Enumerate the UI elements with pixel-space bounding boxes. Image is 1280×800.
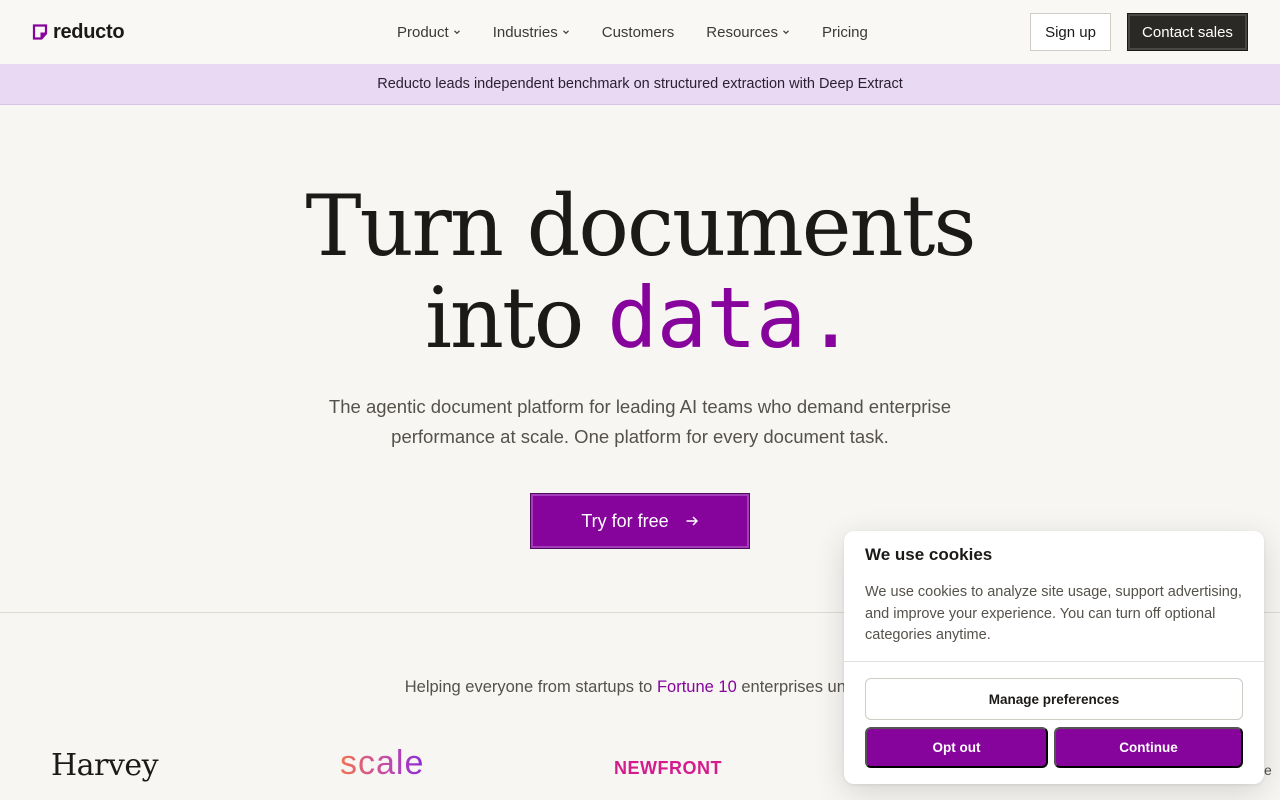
cookie-description: We use cookies to analyze site usage, su… [865, 584, 1242, 643]
customers-lead-highlight: Fortune 10 [656, 678, 737, 696]
nav-item-label: Resources [706, 23, 778, 41]
try-for-free-button[interactable]: Try for free [530, 493, 750, 549]
cookie-consent-dialog: We use cookies We use cookies to analyze… [844, 531, 1264, 784]
scale-logo: scale [340, 744, 425, 782]
nav-item-industries[interactable]: Industries [493, 24, 570, 41]
sign-up-button[interactable]: Sign up [1030, 13, 1111, 51]
nav-item-product[interactable]: Product [397, 24, 461, 41]
nav-item-label: Pricing [821, 23, 868, 41]
cookie-title: We use cookies [865, 545, 993, 564]
customers-lead-before: Helping everyone from startups to [404, 678, 657, 696]
main-menu: Product Industries Customers Resources P… [397, 20, 900, 44]
contact-sales-button[interactable]: Contact sales [1127, 13, 1248, 51]
nav-item-resources[interactable]: Resources [706, 24, 790, 41]
cookie-divider [844, 661, 1264, 662]
nav-item-label: Product [397, 23, 449, 41]
nav-item-label: Customers [601, 23, 675, 41]
hero-headline: Turn documents into data. [0, 180, 1280, 364]
nav-item-pricing[interactable]: Pricing [822, 24, 868, 41]
partial-logo: e [1264, 762, 1272, 778]
hero-headline-accent: data. [607, 269, 856, 367]
continue-button[interactable]: Continue [1054, 727, 1243, 768]
reducto-logo[interactable]: reducto [32, 20, 125, 44]
hero-headline-line1: Turn documents [305, 177, 977, 275]
chevron-down-icon [562, 30, 569, 35]
harvey-logo: Harvey [51, 748, 159, 783]
logo-text: reducto [53, 21, 125, 43]
chevron-down-icon [783, 30, 789, 35]
opt-out-button[interactable]: Opt out [865, 727, 1048, 768]
top-nav: reducto Product Industries Customers Res… [0, 0, 1280, 64]
chevron-down-icon [453, 30, 460, 35]
arrow-right-icon [686, 516, 698, 526]
nav-item-customers[interactable]: Customers [602, 24, 675, 41]
hero-headline-line2: into [425, 269, 608, 367]
nav-item-label: Industries [492, 23, 558, 41]
announcement-banner[interactable]: Reducto leads independent benchmark on s… [0, 64, 1280, 105]
hero-subtitle: The agentic document platform for leadin… [328, 396, 952, 447]
reducto-logo-icon [32, 24, 48, 40]
newfront-logo: NEWFRONT [614, 758, 722, 778]
manage-preferences-button[interactable]: Manage preferences [865, 678, 1243, 720]
announcement-text: Reducto leads independent benchmark on s… [377, 76, 903, 92]
try-for-free-label: Try for free [581, 510, 669, 531]
